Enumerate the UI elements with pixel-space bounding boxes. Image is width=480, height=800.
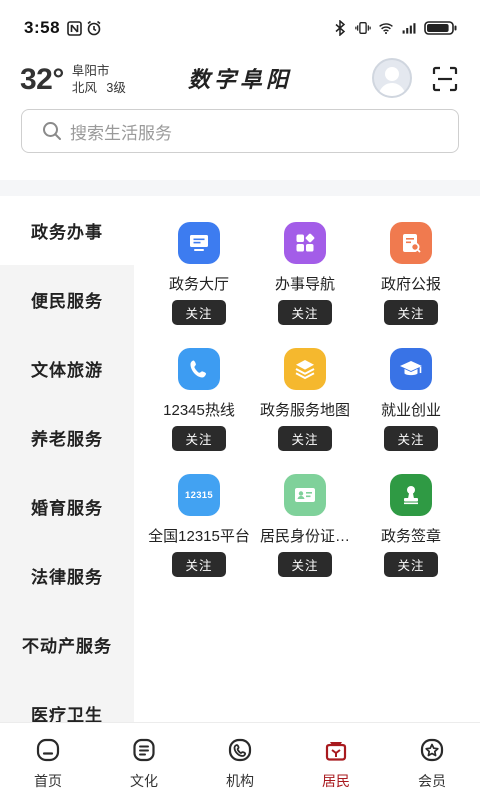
service-item: 政务大厅 关注 bbox=[146, 222, 252, 348]
tab-label: 文化 bbox=[130, 773, 158, 789]
service-item: 就业创业 关注 bbox=[358, 348, 464, 474]
document-icon bbox=[129, 735, 159, 765]
city-name: 阜阳市 bbox=[71, 64, 110, 78]
service-grid: 政务大厅 关注 办事导航 关注 政府公报 关注 12345热线 关注 政务服务地图 关注 就业创业关… bbox=[146, 222, 478, 600]
tab-document[interactable]: 文化 bbox=[96, 723, 192, 800]
search-input[interactable]: 搜索生活服务 bbox=[70, 119, 172, 144]
sidebar-item[interactable]: 养老服务 bbox=[0, 403, 134, 472]
layers-icon[interactable] bbox=[284, 348, 326, 390]
weather-info: 阜阳市 北风 3级 bbox=[72, 63, 126, 97]
member-star-icon bbox=[417, 735, 447, 765]
service-label[interactable]: 政务大厅 bbox=[169, 273, 229, 294]
follow-button[interactable]: 关注 bbox=[278, 426, 332, 451]
wind-level: 3级 bbox=[106, 81, 126, 95]
tab-home[interactable]: 首页 bbox=[0, 723, 96, 800]
status-time: 3:58 bbox=[24, 18, 61, 37]
follow-button[interactable]: 关注 bbox=[278, 300, 332, 325]
tab-label: 机构 bbox=[226, 773, 254, 789]
sidebar-item[interactable]: 便民服务 bbox=[0, 265, 134, 334]
tab-label: 首页 bbox=[34, 773, 62, 789]
follow-button[interactable]: 关注 bbox=[172, 300, 226, 325]
sidebar-item[interactable]: 法律服务 bbox=[0, 541, 134, 610]
tab-phone-circle[interactable]: 机构 bbox=[192, 723, 288, 800]
service-label[interactable]: 政务服务地图 bbox=[260, 399, 350, 420]
sidebar-item[interactable]: 医疗卫生 bbox=[0, 679, 134, 722]
service-label[interactable]: 居民身份证… bbox=[260, 525, 350, 546]
wifi-icon bbox=[378, 20, 394, 36]
sidebar-item[interactable]: 文体旅游 bbox=[0, 334, 134, 403]
follow-button[interactable]: 关注 bbox=[384, 300, 438, 325]
tab-label: 会员 bbox=[418, 773, 446, 789]
status-bar: 3:58 bbox=[0, 0, 480, 56]
vibrate-icon bbox=[355, 20, 371, 36]
service-item: 办事导航 关注 bbox=[252, 222, 358, 348]
resident-icon bbox=[321, 735, 351, 765]
divider-band bbox=[0, 180, 480, 196]
temperature: 32° bbox=[20, 63, 64, 96]
header: 32° 阜阳市 北风 3级 数字阜阳 bbox=[0, 56, 480, 104]
home-icon bbox=[33, 735, 63, 765]
grid-apps-icon[interactable] bbox=[284, 222, 326, 264]
signal-icon bbox=[401, 20, 417, 36]
service-item: 政务服务地图 关注 bbox=[252, 348, 358, 474]
nfc-icon bbox=[66, 20, 82, 36]
icon-badge-text: 12315 bbox=[185, 489, 213, 501]
tab-label: 居民 bbox=[322, 773, 350, 789]
avatar[interactable] bbox=[372, 58, 412, 98]
scan-icon[interactable] bbox=[432, 66, 458, 92]
service-label[interactable]: 全国12315平台 bbox=[148, 525, 250, 546]
service-item: 政务签章 关注 bbox=[358, 474, 464, 600]
tab-resident[interactable]: 居民 bbox=[288, 723, 384, 800]
sidebar-item[interactable]: 不动产服务 bbox=[0, 610, 134, 679]
search-bar[interactable]: 搜索生活服务 bbox=[21, 109, 459, 153]
bottom-tabbar: 首页 文化 机构 居民 会员 bbox=[0, 722, 480, 800]
service-item: 12315 全国12315平台关注 bbox=[146, 474, 252, 600]
monitor-icon[interactable] bbox=[178, 222, 220, 264]
service-content: 政务大厅 关注 办事导航 关注 政府公报 关注 12345热线 关注 政务服务地图 关注 就业创业关… bbox=[134, 196, 480, 722]
bluetooth-icon bbox=[332, 20, 348, 36]
phone-circle-icon bbox=[225, 735, 255, 765]
phone-icon[interactable] bbox=[178, 348, 220, 390]
service-item: 居民身份证… 关注 bbox=[252, 474, 358, 600]
follow-button[interactable]: 关注 bbox=[172, 426, 226, 451]
battery-icon bbox=[424, 20, 458, 36]
wind-direction: 北风 bbox=[71, 81, 97, 95]
document-search-icon[interactable] bbox=[390, 222, 432, 264]
service-item: 政府公报 关注 bbox=[358, 222, 464, 348]
stamp-icon[interactable] bbox=[390, 474, 432, 516]
category-sidebar: 政务办事 便民服务 文体旅游 养老服务 婚育服务 法律服务 不动产服务 医疗卫生 bbox=[0, 196, 134, 722]
service-item: 12345热线关注 bbox=[146, 348, 252, 474]
service-label[interactable]: 政务签章 bbox=[381, 525, 441, 546]
follow-button[interactable]: 关注 bbox=[384, 426, 438, 451]
graduation-cap-icon[interactable] bbox=[390, 348, 432, 390]
tab-member-star[interactable]: 会员 bbox=[384, 723, 480, 800]
sidebar-item[interactable]: 政务办事 bbox=[0, 196, 134, 265]
id-card-icon[interactable] bbox=[284, 474, 326, 516]
badge-12315-icon[interactable]: 12315 bbox=[178, 474, 220, 516]
follow-button[interactable]: 关注 bbox=[278, 552, 332, 577]
service-label[interactable]: 办事导航 bbox=[275, 273, 335, 294]
service-label[interactable]: 就业创业 bbox=[381, 399, 441, 420]
alarm-icon bbox=[86, 20, 102, 36]
search-icon bbox=[42, 121, 62, 141]
service-label[interactable]: 12345热线 bbox=[163, 399, 235, 420]
follow-button[interactable]: 关注 bbox=[172, 552, 226, 577]
user-silhouette-icon bbox=[378, 67, 406, 96]
follow-button[interactable]: 关注 bbox=[384, 552, 438, 577]
service-label[interactable]: 政府公报 bbox=[381, 273, 441, 294]
sidebar-item[interactable]: 婚育服务 bbox=[0, 472, 134, 541]
